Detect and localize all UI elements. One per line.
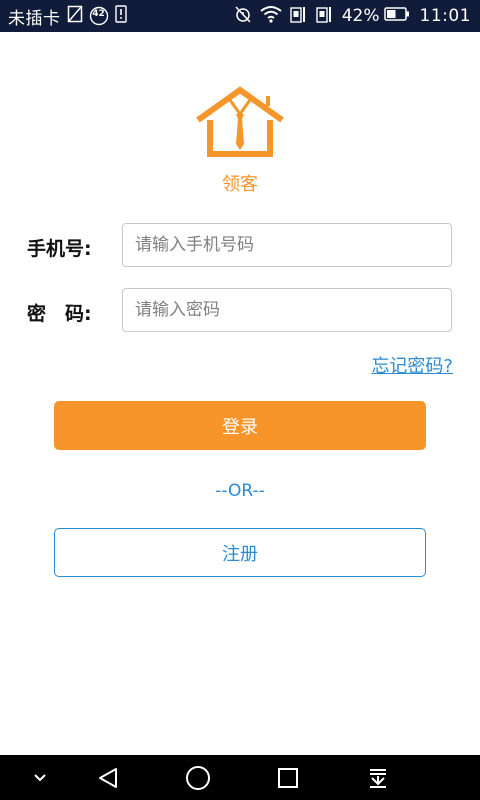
- login-screen: 未插卡 42 42% 11:01 领客 手机号: 请输入手机号码 密 码: 忘记…: [0, 0, 480, 800]
- battery-percent: 42%: [341, 6, 380, 26]
- forgot-password-link[interactable]: 忘记密码?: [371, 352, 453, 378]
- or-divider: --OR--: [215, 481, 265, 501]
- carrier-text: 未插卡: [8, 8, 61, 29]
- alarm-off-icon: [234, 5, 252, 28]
- home-icon[interactable]: [178, 755, 218, 800]
- data-transfer-icon: [290, 5, 308, 28]
- notification-badge-count: 42: [92, 9, 105, 19]
- app-logo-icon: [190, 84, 290, 164]
- battery-icon: [383, 6, 410, 26]
- recents-icon[interactable]: [268, 755, 308, 800]
- password-input[interactable]: [122, 288, 452, 332]
- no-sim-icon: [67, 5, 83, 28]
- status-time: 11:01: [419, 6, 471, 26]
- notification-badge-icon: 42: [89, 6, 109, 26]
- register-button[interactable]: 注册: [54, 528, 426, 577]
- signal-icon: [316, 5, 334, 28]
- password-label: 密 码:: [27, 303, 92, 325]
- notification-pull-icon[interactable]: [358, 755, 398, 800]
- login-button[interactable]: 登录: [54, 401, 426, 450]
- navigation-bar: [0, 755, 480, 800]
- app-name: 领客: [222, 174, 258, 195]
- status-left: 未插卡 42: [8, 4, 133, 29]
- status-bar: 未插卡 42 42% 11:01: [0, 0, 480, 32]
- status-right: 42% 11:01: [234, 5, 471, 27]
- back-icon[interactable]: [88, 755, 128, 800]
- wifi-icon: [260, 5, 282, 28]
- phone-label: 手机号:: [27, 238, 92, 260]
- hide-keyboard-icon[interactable]: [22, 755, 58, 800]
- alert-icon: [114, 4, 127, 28]
- phone-input[interactable]: [122, 223, 452, 267]
